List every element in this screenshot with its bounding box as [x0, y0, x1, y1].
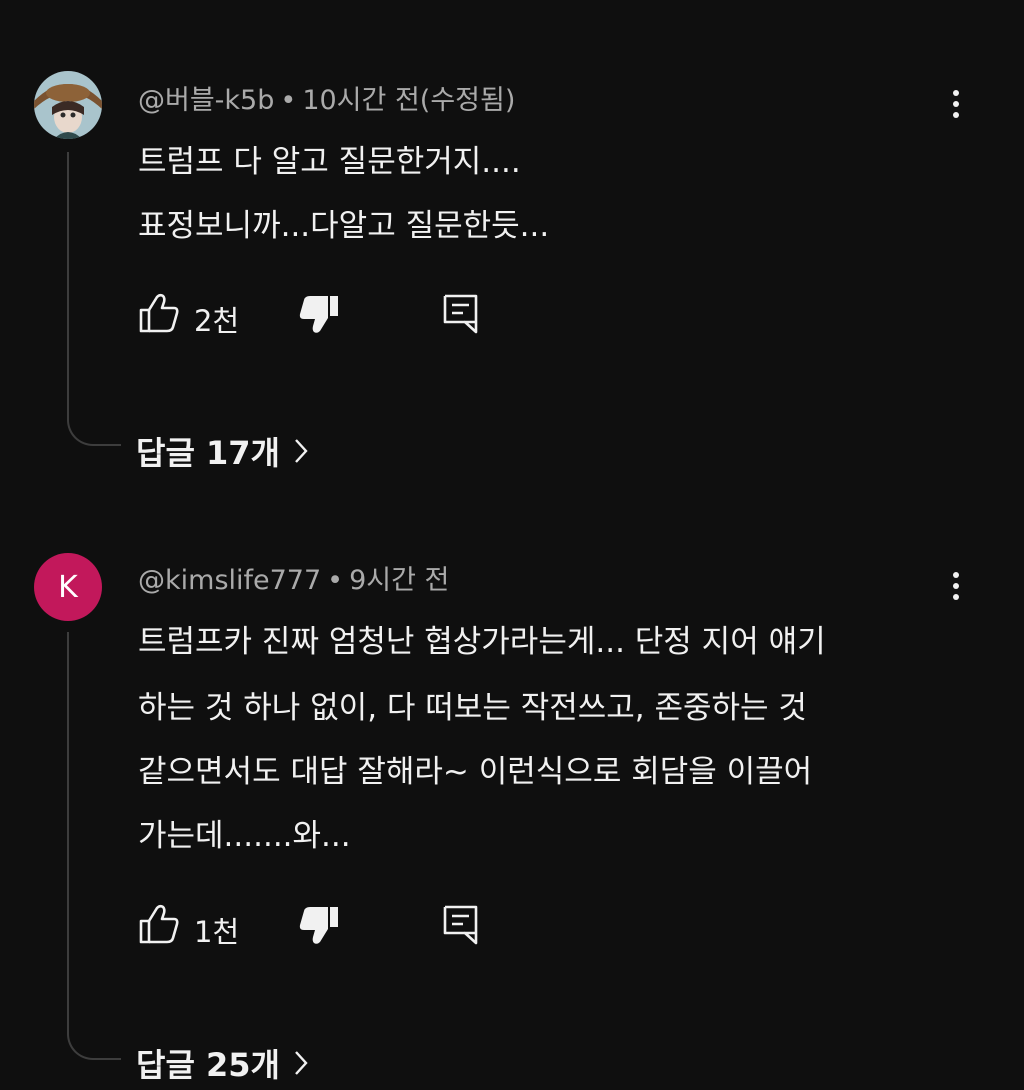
comment-time: 10시간 전(수정됨): [302, 85, 516, 116]
meta-separator: •: [280, 85, 297, 116]
comment-meta: @kimslife777 • 9시간 전: [138, 558, 449, 597]
comment-text-line: 가는데.......와...: [138, 818, 351, 854]
comment-icon[interactable]: [443, 294, 479, 338]
comment-text-line: 표정보니까...다알고 질문한듯...: [138, 208, 550, 244]
comment-icon[interactable]: [443, 905, 479, 949]
comment-text-line: 트럼프카 진짜 엄청난 협상가라는게... 단정 지어 얘기: [138, 624, 826, 660]
like-count: 2천: [194, 304, 240, 338]
thumbs-down-icon[interactable]: [298, 294, 340, 338]
comment-text-line: 같으면서도 대답 잘해라~ 이런식으로 회담을 이끌어: [138, 754, 813, 790]
more-vertical-icon[interactable]: [940, 84, 972, 124]
comment-text-line: 하는 것 하나 없이, 다 떠보는 작전쓰고, 존중하는 것: [138, 690, 807, 726]
view-replies-button[interactable]: 답글 17개: [136, 428, 308, 474]
view-replies-button[interactable]: 답글 25개: [136, 1040, 308, 1086]
author-avatar[interactable]: [34, 71, 102, 139]
chevron-right-icon: [295, 1051, 308, 1075]
comment-time: 9시간 전: [349, 565, 450, 596]
replies-label: 답글 25개: [136, 1046, 280, 1084]
author-name[interactable]: @버블-k5b: [138, 85, 274, 116]
comment-text-line: 트럼프 다 알고 질문한거지....: [138, 144, 521, 180]
thumbs-up-icon[interactable]: [138, 293, 180, 337]
thumbs-down-icon[interactable]: [298, 905, 340, 949]
thread-connector: [67, 632, 121, 1060]
meta-separator: •: [327, 565, 344, 596]
thread-connector: [67, 152, 121, 446]
avatar-letter: K: [58, 569, 78, 605]
comment-meta: @버블-k5b • 10시간 전(수정됨): [138, 78, 515, 117]
thumbs-up-icon[interactable]: [138, 904, 180, 948]
like-count: 1천: [194, 915, 240, 949]
more-vertical-icon[interactable]: [940, 566, 972, 606]
avatar-illustration: [34, 71, 102, 139]
author-avatar[interactable]: K: [34, 553, 102, 621]
chevron-right-icon: [295, 439, 308, 463]
author-name[interactable]: @kimslife777: [138, 565, 321, 596]
replies-label: 답글 17개: [136, 434, 280, 472]
